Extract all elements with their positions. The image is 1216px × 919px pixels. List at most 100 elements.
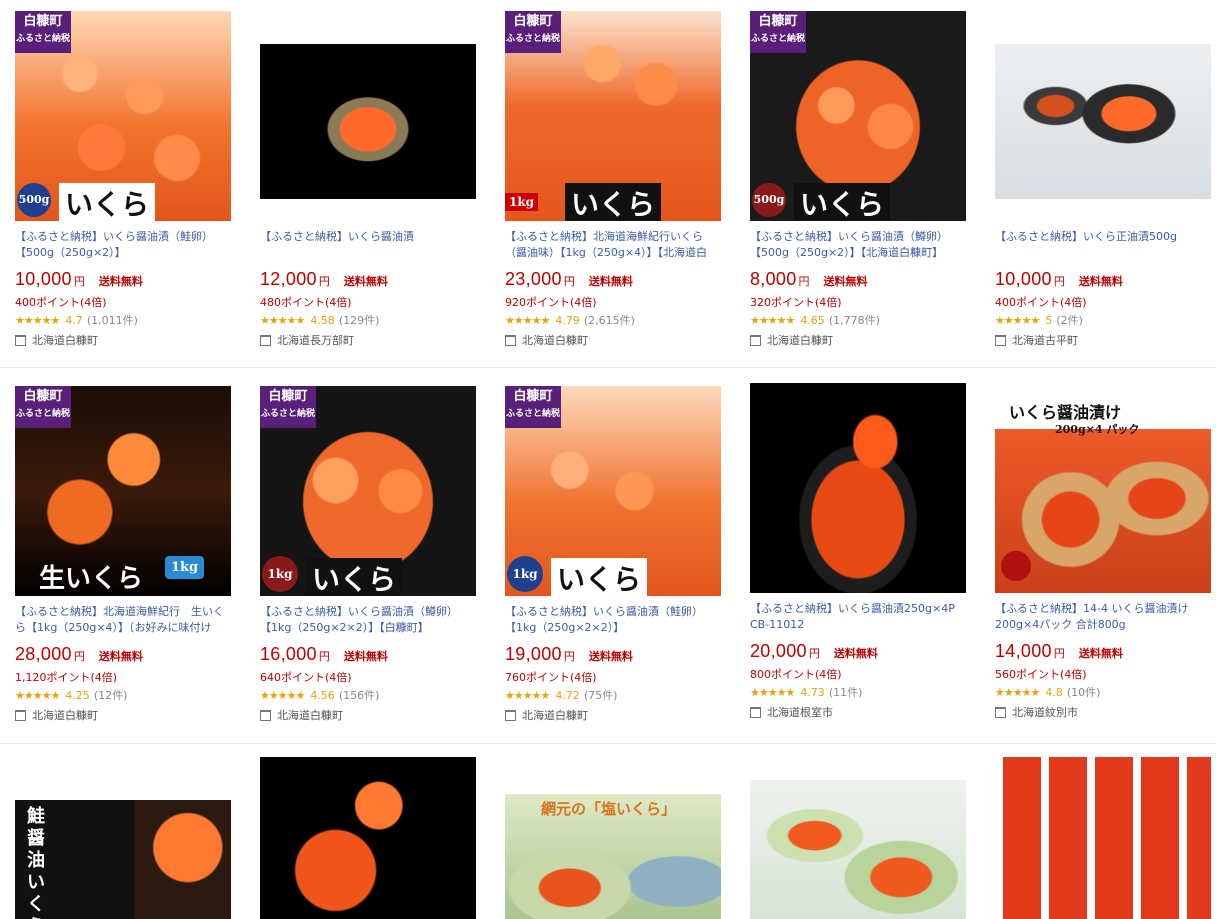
star-rating-icon: ★★★★★ [260, 688, 305, 702]
star-rating-icon: ★★★★★ [15, 688, 60, 702]
star-rating-icon: ★★★★★ [505, 688, 550, 702]
product-title[interactable]: 【ふるさと納税】いくら醤油漬（鱒卵）【500g（250g×2）】【北海道白糠町】 [750, 229, 966, 261]
rating-score: 4.58 [310, 313, 335, 327]
points: 480ポイント(4倍) [260, 296, 352, 309]
shop-name[interactable]: 北海道白糠町 [32, 707, 98, 723]
points: 400ポイント(4倍) [995, 296, 1087, 309]
product-card[interactable]: いくら醤油漬け 200g×4 パック 【ふるさと納税】14-4 いくら醤油漬け2… [995, 383, 1216, 720]
points: 800ポイント(4倍) [750, 668, 842, 681]
rating-score: 4.72 [555, 688, 580, 702]
product-image[interactable]: 白糠町 ふるさと納税 いくら 500g [15, 11, 231, 221]
review-count[interactable]: (2件) [1056, 312, 1083, 328]
product-title[interactable]: 【ふるさと納税】いくら正油漬500g [995, 229, 1211, 261]
review-count[interactable]: (156件) [339, 687, 380, 703]
shop-name[interactable]: 北海道白糠町 [767, 332, 833, 348]
image-label: いくら [794, 183, 891, 221]
price: 8,000 [750, 269, 797, 289]
product-card[interactable] [750, 780, 980, 919]
product-title[interactable]: 【ふるさと納税】いくら醤油漬（鮭卵）【500g（250g×2）】 [15, 229, 231, 261]
shop-icon [260, 709, 271, 721]
product-image[interactable]: 白糠町 ふるさと納税 いくら 1kg [505, 386, 721, 596]
weight-label: 1kg [507, 556, 543, 592]
shop-name[interactable]: 北海道白糠町 [32, 332, 98, 348]
yen: 円 [1053, 647, 1065, 660]
review-count[interactable]: (1,011件) [87, 312, 138, 328]
rating-score: 4.25 [65, 688, 90, 702]
rating-score: 4.8 [1045, 685, 1063, 699]
brand-badge: 白糠町 ふるさと納税 [15, 386, 71, 428]
product-image[interactable]: 鮭醤油いくら [15, 800, 231, 919]
product-image[interactable]: 白糠町 ふるさと納税 いくら 500g [750, 11, 966, 221]
product-card[interactable]: 網元の「塩いくら」 [505, 794, 735, 919]
product-image[interactable] [750, 780, 966, 919]
product-card[interactable]: 鮭醤油いくら [15, 800, 245, 919]
shipping-badge: 送料無料 [98, 650, 143, 663]
product-card[interactable]: 【ふるさと納税】いくら正油漬500g 10,000 円送料無料 400ポイント(4… [995, 11, 1216, 348]
star-rating-icon: ★★★★★ [750, 313, 795, 327]
shop-icon [260, 334, 271, 346]
star-rating-icon: ★★★★★ [995, 685, 1040, 699]
yen: 円 [318, 650, 330, 663]
review-count[interactable]: (129件) [339, 312, 380, 328]
shop-name[interactable]: 北海道白糠町 [522, 332, 588, 348]
product-title[interactable]: 【ふるさと納税】いくら醤油漬250g×4P CB-11012 [750, 601, 966, 633]
product-title[interactable]: 【ふるさと納税】いくら醤油漬 [260, 229, 476, 261]
product-image[interactable] [260, 11, 476, 221]
product-title[interactable]: 【ふるさと納税】いくら醤油漬（鮭卵）【1kg（250g×2×2）】 [505, 604, 721, 636]
product-image[interactable] [995, 757, 1211, 919]
shop-name[interactable]: 北海道古平町 [1012, 332, 1078, 348]
star-rating-icon: ★★★★★ [995, 313, 1040, 327]
review-count[interactable]: (12件) [94, 687, 128, 703]
brand-badge: 白糠町 ふるさと納税 [505, 386, 561, 428]
product-image[interactable] [750, 383, 966, 593]
product-image[interactable]: 白糠町 ふるさと納税 いくら 1kg [260, 386, 476, 596]
review-count[interactable]: (11件) [829, 684, 863, 700]
points: 1,120ポイント(4倍) [15, 671, 118, 684]
review-count[interactable]: (2,615件) [584, 312, 635, 328]
brand-badge: 白糠町 ふるさと納税 [505, 11, 561, 53]
shop-name[interactable]: 北海道紋別市 [1012, 704, 1078, 720]
product-card[interactable]: 白糠町 ふるさと納税 いくら 500g 【ふるさと納税】いくら醤油漬（鮭卵）【50… [15, 11, 245, 348]
product-card[interactable]: 白糠町 ふるさと納税 いくら 1kg 【ふるさと納税】いくら醤油漬（鱒卵）【1kg… [260, 386, 490, 723]
shop-name[interactable]: 北海道白糠町 [277, 707, 343, 723]
product-image[interactable]: 網元の「塩いくら」 [505, 794, 721, 919]
shop-icon [15, 709, 26, 721]
price: 16,000 [260, 644, 317, 664]
product-image[interactable] [995, 11, 1211, 221]
product-image[interactable]: 白糠町 ふるさと納税 いくら 1kg [505, 11, 721, 221]
shipping-badge: 送料無料 [343, 650, 388, 663]
price: 20,000 [750, 641, 807, 661]
product-card[interactable] [260, 757, 490, 919]
shop-icon [505, 334, 516, 346]
product-card[interactable]: 白糠町 ふるさと納税 いくら 1kg 【ふるさと納税】北海道海鮮紀行いくら（醤油味… [505, 11, 735, 348]
product-card[interactable]: 白糠町 ふるさと納税 いくら 1kg 【ふるさと納税】いくら醤油漬（鮭卵）【1kg… [505, 386, 735, 723]
weight-label: 500g [17, 183, 51, 217]
product-title[interactable]: 【ふるさと納税】北海道海鮮紀行 生いくら【1kg（250g×4）】〔お好みに味付… [15, 604, 231, 636]
product-card[interactable]: 【ふるさと納税】いくら醤油漬250g×4P CB-11012 20,000 円送料… [750, 383, 980, 720]
rating-score: 5 [1045, 313, 1053, 327]
review-count[interactable]: (1,778件) [829, 312, 880, 328]
product-card[interactable]: 【ふるさと納税】いくら醤油漬 12,000 円送料無料 480ポイント(4倍) ★… [260, 11, 490, 348]
product-image[interactable]: 白糠町 ふるさと納税 生いくら 1kg [15, 386, 231, 596]
shop-name[interactable]: 北海道白糠町 [522, 707, 588, 723]
review-count[interactable]: (10件) [1067, 684, 1101, 700]
product-card[interactable]: 白糠町 ふるさと納税 生いくら 1kg 【ふるさと納税】北海道海鮮紀行 生いくら【… [15, 386, 245, 723]
shop-name[interactable]: 北海道長万部町 [277, 332, 354, 348]
shop-icon [750, 334, 761, 346]
product-card[interactable] [995, 757, 1216, 919]
product-title[interactable]: 【ふるさと納税】いくら醤油漬（鱒卵）【1kg（250g×2×2）】【白糠町】 [260, 604, 476, 636]
shop-name[interactable]: 北海道根室市 [767, 704, 833, 720]
product-image[interactable]: いくら醤油漬け 200g×4 パック [995, 383, 1211, 593]
yen: 円 [563, 650, 575, 663]
points: 920ポイント(4倍) [505, 296, 597, 309]
product-image[interactable] [260, 757, 476, 919]
product-card[interactable]: 白糠町 ふるさと納税 いくら 500g 【ふるさと納税】いくら醤油漬（鱒卵）【50… [750, 11, 980, 348]
points: 560ポイント(4倍) [995, 668, 1087, 681]
yen: 円 [563, 275, 575, 288]
star-rating-icon: ★★★★★ [15, 313, 60, 327]
shipping-badge: 送料無料 [1078, 647, 1123, 660]
review-count[interactable]: (75件) [584, 687, 618, 703]
product-title[interactable]: 【ふるさと納税】北海道海鮮紀行いくら（醤油味）【1kg（250g×4）】【北海道… [505, 229, 721, 261]
product-title[interactable]: 【ふるさと納税】14-4 いくら醤油漬け200g×4パック 合計800g [995, 601, 1211, 633]
shop-icon [505, 709, 516, 721]
